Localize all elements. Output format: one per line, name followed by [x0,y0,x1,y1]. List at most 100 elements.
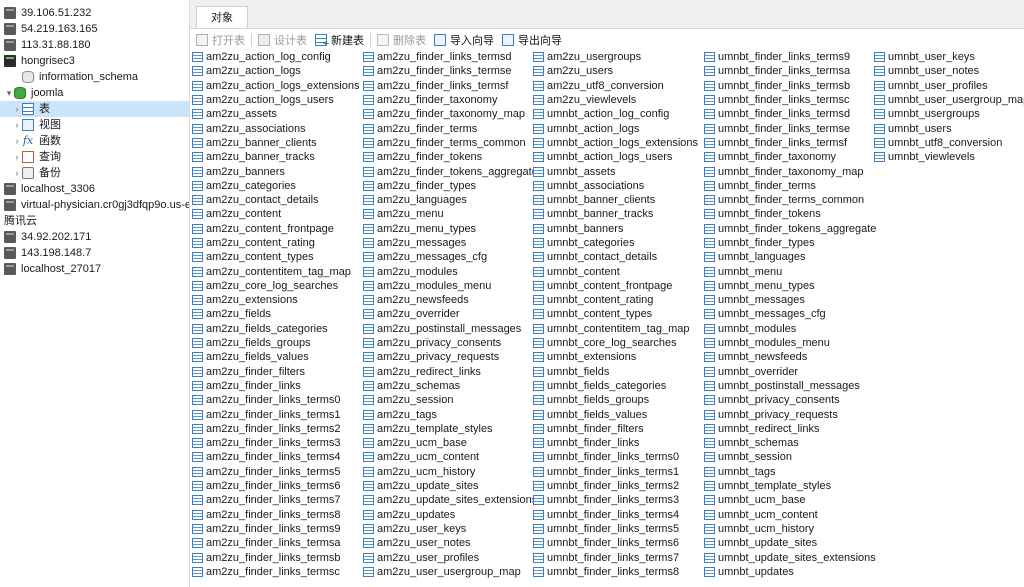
design-table-button[interactable]: 设计表 [258,31,307,49]
expand-arrow-icon[interactable]: › [12,152,22,162]
table-object-item[interactable]: am2zu_finder_links_termsa [192,536,360,550]
table-object-item[interactable]: umnbt_privacy_requests [704,407,876,421]
table-object-item[interactable]: am2zu_privacy_requests [363,350,538,364]
table-object-item[interactable]: am2zu_finder_links_terms6 [192,479,360,493]
expand-arrow-icon[interactable]: › [12,120,22,130]
table-object-item[interactable]: umnbt_banner_clients [533,193,698,207]
table-object-item[interactable]: umnbt_newsfeeds [704,350,876,364]
tree-node[interactable]: 39.106.51.232 [0,5,189,21]
table-object-item[interactable]: am2zu_user_notes [363,536,538,550]
table-object-item[interactable]: am2zu_ucm_base [363,436,538,450]
table-object-item[interactable]: am2zu_ucm_history [363,465,538,479]
table-object-item[interactable]: umnbt_users [874,121,1024,135]
table-object-item[interactable]: am2zu_messages_cfg [363,250,538,264]
table-object-item[interactable]: am2zu_postinstall_messages [363,322,538,336]
table-object-item[interactable]: umnbt_finder_links_terms7 [533,550,698,564]
table-object-item[interactable]: umnbt_finder_taxonomy [704,150,876,164]
table-object-item[interactable]: umnbt_finder_links_terms1 [533,465,698,479]
export-wizard-button[interactable]: 导出向导 [502,31,562,49]
table-object-item[interactable]: umnbt_banners [533,222,698,236]
table-object-item[interactable]: am2zu_fields_categories [192,322,360,336]
table-object-item[interactable]: umnbt_fields_values [533,407,698,421]
table-object-item[interactable]: umnbt_modules [704,322,876,336]
table-object-item[interactable]: am2zu_action_logs [192,64,360,78]
table-object-item[interactable]: umnbt_finder_links_terms9 [704,50,876,64]
table-object-item[interactable]: am2zu_finder_taxonomy_map [363,107,538,121]
table-object-item[interactable]: am2zu_action_logs_extensions [192,79,360,93]
table-object-item[interactable]: umnbt_user_usergroup_map [874,93,1024,107]
table-object-item[interactable]: umnbt_template_styles [704,479,876,493]
table-object-item[interactable]: am2zu_usergroups [533,50,698,64]
table-object-item[interactable]: am2zu_finder_links_termsd [363,50,538,64]
table-object-item[interactable]: am2zu_users [533,64,698,78]
table-object-item[interactable]: am2zu_modules_menu [363,279,538,293]
table-object-item[interactable]: umnbt_associations [533,179,698,193]
table-object-item[interactable]: am2zu_finder_links_termsb [192,550,360,564]
table-object-item[interactable]: am2zu_finder_links_terms8 [192,508,360,522]
table-object-item[interactable]: am2zu_content [192,207,360,221]
table-object-item[interactable]: umnbt_content_types [533,307,698,321]
delete-table-button[interactable]: 删除表 [377,31,426,49]
table-object-item[interactable]: umnbt_core_log_searches [533,336,698,350]
table-object-item[interactable]: umnbt_user_profiles [874,79,1024,93]
tree-node[interactable]: › 视图 [0,117,189,133]
table-object-item[interactable]: umnbt_finder_tokens_aggregate [704,222,876,236]
tab-objects[interactable]: 对象 [196,6,248,28]
table-object-item[interactable]: am2zu_finder_links_terms2 [192,422,360,436]
table-object-item[interactable]: am2zu_utf8_conversion [533,79,698,93]
table-object-item[interactable]: umnbt_finder_links_terms3 [533,493,698,507]
table-object-item[interactable]: umnbt_ucm_content [704,508,876,522]
table-object-item[interactable]: umnbt_finder_links_terms2 [533,479,698,493]
table-object-item[interactable]: am2zu_core_log_searches [192,279,360,293]
table-object-item[interactable]: am2zu_contentitem_tag_map [192,264,360,278]
table-object-item[interactable]: umnbt_finder_links_terms4 [533,508,698,522]
tree-node[interactable]: › fx 函数 [0,133,189,149]
tree-node[interactable]: virtual-physician.cr0gj3dfqp9o.us-ea [0,197,189,213]
tree-node[interactable]: hongrisec3 [0,53,189,69]
table-object-item[interactable]: umnbt_finder_links_termsb [704,79,876,93]
table-object-item[interactable]: am2zu_assets [192,107,360,121]
table-object-item[interactable]: umnbt_tags [704,465,876,479]
table-object-item[interactable]: am2zu_content_types [192,250,360,264]
table-object-item[interactable]: umnbt_contentitem_tag_map [533,322,698,336]
tree-node[interactable]: localhost_3306 [0,181,189,197]
table-object-item[interactable]: am2zu_session [363,393,538,407]
table-object-item[interactable]: umnbt_content [533,264,698,278]
table-object-item[interactable]: am2zu_contact_details [192,193,360,207]
table-object-item[interactable]: umnbt_assets [533,164,698,178]
table-object-item[interactable]: am2zu_finder_filters [192,365,360,379]
tree-node[interactable]: ▾ joomla [0,85,189,101]
table-object-item[interactable]: am2zu_redirect_links [363,365,538,379]
table-object-item[interactable]: umnbt_privacy_consents [704,393,876,407]
table-object-item[interactable]: am2zu_fields [192,307,360,321]
table-object-item[interactable]: am2zu_content_frontpage [192,222,360,236]
table-object-item[interactable]: umnbt_content_rating [533,293,698,307]
table-object-item[interactable]: umnbt_usergroups [874,107,1024,121]
tree-node[interactable]: 143.198.148.7 [0,245,189,261]
table-object-item[interactable]: umnbt_contact_details [533,250,698,264]
table-object-item[interactable]: umnbt_finder_links_termsf [704,136,876,150]
table-object-item[interactable]: umnbt_session [704,450,876,464]
table-object-item[interactable]: umnbt_fields [533,365,698,379]
tree-node[interactable]: › 表 [0,101,189,117]
table-object-item[interactable]: am2zu_user_usergroup_map [363,565,538,579]
table-object-item[interactable]: am2zu_update_sites [363,479,538,493]
table-object-item[interactable]: am2zu_finder_links_terms0 [192,393,360,407]
table-object-item[interactable]: am2zu_ucm_content [363,450,538,464]
table-object-item[interactable]: umnbt_finder_links_termsa [704,64,876,78]
table-object-item[interactable]: umnbt_finder_links_terms0 [533,450,698,464]
table-object-item[interactable]: am2zu_user_keys [363,522,538,536]
table-object-item[interactable]: am2zu_menu [363,207,538,221]
table-object-item[interactable]: umnbt_utf8_conversion [874,136,1024,150]
table-object-item[interactable]: am2zu_languages [363,193,538,207]
table-object-item[interactable]: umnbt_user_keys [874,50,1024,64]
table-object-item[interactable]: umnbt_updates [704,565,876,579]
expand-arrow-icon[interactable]: › [12,136,22,146]
tree-node[interactable]: localhost_27017 [0,261,189,277]
table-object-item[interactable]: am2zu_banner_clients [192,136,360,150]
table-object-item[interactable]: umnbt_finder_filters [533,422,698,436]
table-object-item[interactable]: am2zu_finder_links_termsf [363,79,538,93]
table-object-item[interactable]: umnbt_banner_tracks [533,207,698,221]
expand-arrow-icon[interactable]: › [12,104,22,114]
open-table-button[interactable]: 打开表 [196,31,245,49]
